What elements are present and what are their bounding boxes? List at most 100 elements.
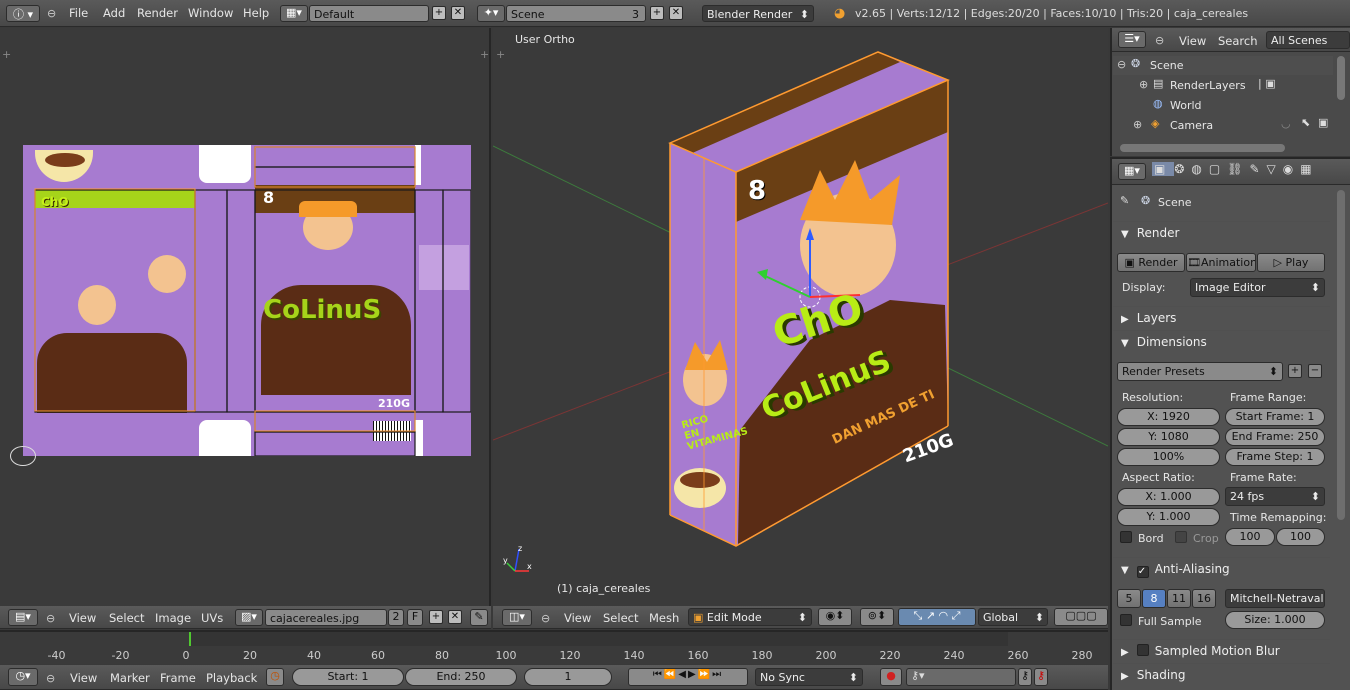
- outliner-row-scene[interactable]: ⊖ ❂ Scene: [1113, 56, 1333, 75]
- outliner-menu-view[interactable]: View: [1179, 34, 1206, 48]
- render-panel-header[interactable]: ▼ Render: [1113, 221, 1330, 243]
- end-frame-timeline-field[interactable]: End: 250: [405, 668, 517, 686]
- resolution-y-field[interactable]: Y: 1080: [1117, 428, 1220, 446]
- outliner-hscrollbar[interactable]: [1120, 144, 1285, 152]
- manipulator-toggle-button[interactable]: ⤡ ↗ ◠ ⤢: [898, 608, 976, 626]
- 2d-cursor-icon[interactable]: [10, 446, 36, 466]
- mode-select[interactable]: ▣ Edit Mode ⬍: [688, 608, 812, 626]
- uv-menu-view[interactable]: View: [69, 611, 96, 625]
- render-presets-select[interactable]: Render Presets ⬍: [1117, 362, 1283, 381]
- editor-type-3d-button[interactable]: ◫▾: [502, 609, 532, 626]
- add-layout-button[interactable]: +: [432, 6, 446, 20]
- aa-samples-11[interactable]: 11: [1167, 589, 1191, 608]
- pin-icon[interactable]: ✎: [1120, 194, 1129, 207]
- scene-tab-icon[interactable]: ❂◍▢⛓✎▽◉▦: [1174, 162, 1318, 176]
- render-button[interactable]: ▣ Render: [1117, 253, 1185, 272]
- full-sample-checkbox[interactable]: [1120, 614, 1132, 626]
- render-toggle-icon[interactable]: ▣: [1318, 116, 1328, 129]
- scene-name-field[interactable]: Scene 3: [506, 5, 646, 22]
- anti-aliasing-checkbox[interactable]: ✓: [1136, 566, 1149, 578]
- dimensions-panel-header[interactable]: ▼ Dimensions: [1113, 330, 1330, 352]
- menu-file[interactable]: File: [69, 6, 88, 20]
- collapse-menu-icon[interactable]: ⊖: [47, 7, 56, 20]
- properties-context-tabs[interactable]: ▣ ❂◍▢⛓✎▽◉▦: [1152, 162, 1350, 182]
- pivot-point-button[interactable]: ⊚⬍: [860, 608, 894, 626]
- current-frame-field[interactable]: 1: [524, 668, 612, 686]
- menu-help[interactable]: Help: [243, 6, 269, 20]
- outliner-row-camera[interactable]: ⊕ ◈ Camera ◡ ⬉ ▣: [1113, 116, 1333, 135]
- properties-scrollbar[interactable]: [1337, 190, 1345, 520]
- layers-panel-header[interactable]: ▶ Layers: [1113, 306, 1330, 328]
- add-scene-button[interactable]: +: [650, 6, 664, 20]
- editor-type-outliner-button[interactable]: ☰▾: [1118, 31, 1146, 48]
- editor-type-uv-button[interactable]: ▤▾: [8, 609, 38, 626]
- screen-layout-field[interactable]: Default: [309, 5, 429, 22]
- start-frame-field[interactable]: Start Frame: 1: [1225, 408, 1325, 426]
- delete-scene-button[interactable]: ✕: [669, 6, 683, 20]
- animation-button[interactable]: 🎞Animation: [1186, 253, 1256, 272]
- aspect-y-field[interactable]: Y: 1.000: [1117, 508, 1220, 526]
- resolution-percentage-field[interactable]: 100%: [1117, 448, 1220, 466]
- render-tab-icon[interactable]: ▣: [1152, 162, 1175, 176]
- layer-buttons[interactable]: ▢▢▢: [1054, 608, 1108, 626]
- screen-layout-icon[interactable]: ▦▾: [280, 5, 308, 22]
- editor-type-timeline-button[interactable]: ◷▾: [8, 668, 38, 686]
- outliner-menu-search[interactable]: Search: [1218, 34, 1258, 48]
- image-users-button[interactable]: 2: [388, 609, 404, 626]
- preview-range-button[interactable]: ◷: [266, 668, 284, 686]
- scene-icon[interactable]: ✦▾: [477, 5, 505, 22]
- start-frame-timeline-field[interactable]: Start: 1: [292, 668, 404, 686]
- image-browse-button[interactable]: ▨▾: [235, 609, 263, 626]
- resolution-x-field[interactable]: X: 1920: [1117, 408, 1220, 426]
- crop-checkbox[interactable]: [1175, 531, 1187, 543]
- remove-preset-button[interactable]: −: [1308, 364, 1322, 378]
- frame-rate-select[interactable]: 24 fps ⬍: [1225, 487, 1325, 506]
- collapse-outliner-menu-icon[interactable]: ⊖: [1155, 34, 1164, 47]
- time-remap-old-field[interactable]: 100: [1225, 528, 1275, 546]
- transform-orientation-select[interactable]: Global ⬍: [978, 608, 1048, 626]
- delete-keyframe-button[interactable]: ⚷: [1034, 668, 1048, 686]
- menu-add[interactable]: Add: [103, 6, 125, 20]
- aspect-x-field[interactable]: X: 1.000: [1117, 488, 1220, 506]
- outliner-row-renderlayers[interactable]: ⊕ ▤ RenderLayers | ▣: [1113, 76, 1333, 95]
- outliner-display-select[interactable]: All Scenes: [1266, 31, 1350, 49]
- area-corner-icon[interactable]: +: [480, 48, 489, 61]
- uv-menu-image[interactable]: Image: [155, 611, 191, 625]
- view3d-menu-view[interactable]: View: [564, 611, 591, 625]
- editor-type-properties-button[interactable]: ▦▾: [1118, 163, 1146, 180]
- collapse-3d-menu-icon[interactable]: ⊖: [541, 612, 550, 625]
- outliner-scrollbar[interactable]: [1337, 56, 1345, 100]
- sync-mode-select[interactable]: No Sync ⬍: [755, 668, 863, 686]
- time-remap-new-field[interactable]: 100: [1276, 528, 1325, 546]
- collapse-timeline-menu-icon[interactable]: ⊖: [46, 672, 55, 685]
- playback-controls[interactable]: ⏮⏪◀▶⏩⏭: [628, 668, 748, 686]
- anti-aliasing-panel-header[interactable]: ▼ ✓ Anti-Aliasing: [1113, 557, 1330, 579]
- timeline-menu-marker[interactable]: Marker: [110, 671, 150, 685]
- timeline-menu-playback[interactable]: Playback: [206, 671, 257, 685]
- eye-icon[interactable]: ◡: [1281, 117, 1291, 130]
- display-select[interactable]: Image Editor ⬍: [1190, 278, 1325, 297]
- keying-set-button[interactable]: ⚷▾: [906, 668, 1016, 686]
- filter-size-field[interactable]: Size: 1.000: [1225, 611, 1325, 629]
- current-frame-marker[interactable]: [189, 632, 191, 646]
- viewport-shading-button[interactable]: ◉⬍: [818, 608, 852, 626]
- delete-layout-button[interactable]: ✕: [451, 6, 465, 20]
- menu-window[interactable]: Window: [188, 6, 233, 20]
- menu-render[interactable]: Render: [137, 6, 178, 20]
- frame-step-field[interactable]: Frame Step: 1: [1225, 448, 1325, 466]
- image-name-field[interactable]: cajacereales.jpg: [265, 609, 387, 626]
- aa-samples-8[interactable]: 8: [1142, 589, 1166, 608]
- cursor-select-icon[interactable]: ⬉: [1301, 116, 1310, 129]
- new-image-button[interactable]: +: [429, 610, 443, 624]
- render-engine-select[interactable]: Blender Render ⬍: [702, 5, 814, 22]
- fake-user-button[interactable]: F: [407, 609, 423, 626]
- play-button[interactable]: ▷ Play: [1257, 253, 1325, 272]
- view3d-menu-mesh[interactable]: Mesh: [649, 611, 679, 625]
- motion-blur-checkbox[interactable]: [1136, 644, 1149, 656]
- add-preset-button[interactable]: +: [1288, 364, 1302, 378]
- area-corner-icon[interactable]: +: [2, 48, 11, 61]
- collapse-uv-menu-icon[interactable]: ⊖: [46, 612, 55, 625]
- end-frame-field[interactable]: End Frame: 250: [1225, 428, 1325, 446]
- editor-type-info-button[interactable]: ⓘ ▾: [6, 5, 40, 22]
- shading-panel-header[interactable]: ▶ Shading: [1113, 663, 1330, 685]
